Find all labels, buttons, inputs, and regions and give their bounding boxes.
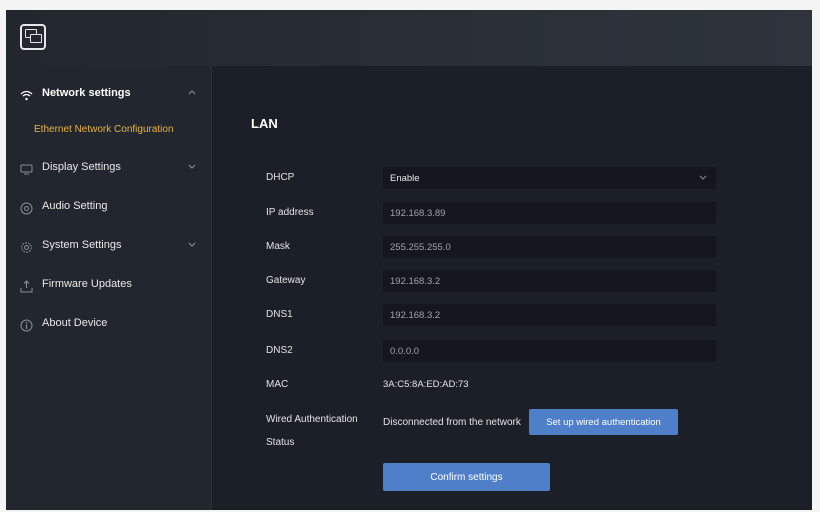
sidebar-item-firmware-updates[interactable]: Firmware Updates (6, 269, 211, 303)
sidebar-subitem-ethernet-configuration[interactable]: Ethernet Network Configuration (6, 116, 211, 142)
mac-label: MAC (266, 379, 289, 390)
sidebar-item-label: Firmware Updates (42, 278, 132, 290)
sidebar-item-display-settings[interactable]: Display Settings (6, 152, 211, 186)
sidebar-item-label: About Device (42, 317, 108, 329)
chevron-down-icon (188, 239, 196, 250)
wired-auth-status-text: Disconnected from the network (383, 417, 521, 428)
dhcp-select[interactable]: Enable (383, 167, 716, 189)
sidebar-item-label: Display Settings (42, 161, 121, 173)
dhcp-selected-value: Enable (390, 173, 420, 184)
ip-address-field[interactable]: 192.168.3.89 (383, 202, 716, 224)
dhcp-label: DHCP (266, 172, 295, 183)
dns1-label: DNS1 (266, 309, 293, 320)
app-window: Network settings Ethernet Network Config… (6, 10, 812, 510)
sidebar-item-audio-setting[interactable]: Audio Setting (6, 191, 211, 225)
mask-label: Mask (266, 241, 290, 252)
confirm-settings-button[interactable]: Confirm settings (383, 463, 550, 491)
dns2-label: DNS2 (266, 345, 293, 356)
info-icon (18, 317, 34, 333)
main-panel: LAN DHCP Enable IP address 192.168.3.89 … (212, 66, 812, 510)
sidebar-subitem-label: Ethernet Network Configuration (34, 124, 174, 135)
page-title: LAN (251, 116, 278, 131)
mac-value: 3A:C5:8A:ED:AD:73 (383, 379, 469, 390)
sidebar-item-system-settings[interactable]: System Settings (6, 230, 211, 264)
sidebar: Network settings Ethernet Network Config… (6, 66, 212, 510)
upload-icon (18, 278, 34, 294)
ip-address-label: IP address (266, 207, 314, 218)
sidebar-item-about-device[interactable]: About Device (6, 308, 211, 342)
dns1-field[interactable]: 192.168.3.2 (383, 304, 716, 326)
monitor-icon (18, 161, 34, 177)
chevron-down-icon (188, 161, 196, 172)
dns2-field[interactable]: 0.0.0.0 (383, 340, 716, 362)
screen-share-logo-icon (20, 24, 46, 50)
chevron-up-icon (188, 87, 196, 98)
sidebar-item-label: Network settings (42, 87, 131, 99)
top-bar (6, 10, 812, 66)
gateway-field[interactable]: 192.168.3.2 (383, 270, 716, 292)
setup-wired-auth-button[interactable]: Set up wired authentication (529, 409, 678, 435)
gateway-label: Gateway (266, 275, 306, 286)
sidebar-item-network-settings[interactable]: Network settings (6, 78, 211, 112)
mask-field[interactable]: 255.255.255.0 (383, 236, 716, 258)
sidebar-item-label: System Settings (42, 239, 122, 251)
audio-icon (18, 200, 34, 216)
wired-auth-status-label-line1: Wired Authentication (266, 414, 358, 425)
wired-auth-status-label-line2: Status (266, 437, 295, 448)
wifi-icon (18, 87, 34, 103)
gear-icon (18, 239, 34, 255)
sidebar-item-label: Audio Setting (42, 200, 108, 212)
chevron-down-icon (699, 173, 707, 182)
